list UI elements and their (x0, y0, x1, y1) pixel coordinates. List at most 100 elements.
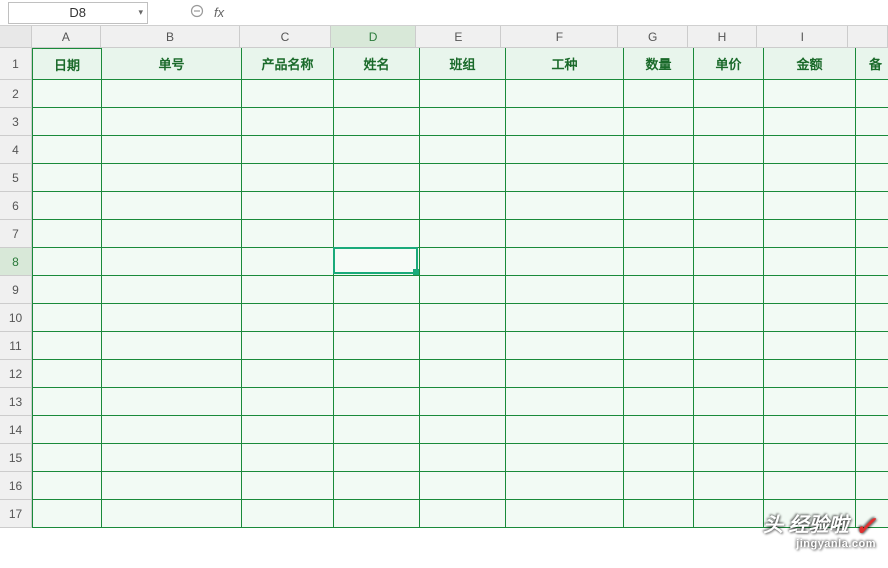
cell-F1[interactable]: 工种 (506, 48, 624, 80)
column-header-A[interactable]: A (32, 26, 101, 48)
cell-H13[interactable] (694, 388, 764, 416)
cell-F4[interactable] (506, 136, 624, 164)
select-all-corner[interactable] (0, 26, 32, 48)
cell-J6[interactable] (856, 192, 888, 220)
cell-A13[interactable] (32, 388, 102, 416)
cell-A16[interactable] (32, 472, 102, 500)
cell-C16[interactable] (242, 472, 334, 500)
column-header-I[interactable]: I (757, 26, 848, 48)
cell-A2[interactable] (32, 80, 102, 108)
cell-I9[interactable] (764, 276, 856, 304)
cell-I13[interactable] (764, 388, 856, 416)
cell-E17[interactable] (420, 500, 506, 528)
cell-E1[interactable]: 班组 (420, 48, 506, 80)
cell-F13[interactable] (506, 388, 624, 416)
row-header-8[interactable]: 8 (0, 248, 32, 276)
cell-G3[interactable] (624, 108, 694, 136)
cell-F14[interactable] (506, 416, 624, 444)
cell-E16[interactable] (420, 472, 506, 500)
cell-I11[interactable] (764, 332, 856, 360)
cell-B8[interactable] (102, 248, 242, 276)
cell-E12[interactable] (420, 360, 506, 388)
row-header-2[interactable]: 2 (0, 80, 32, 108)
cell-F8[interactable] (506, 248, 624, 276)
column-header-B[interactable]: B (101, 26, 240, 48)
cell-G6[interactable] (624, 192, 694, 220)
cell-H17[interactable] (694, 500, 764, 528)
cell-F10[interactable] (506, 304, 624, 332)
row-header-11[interactable]: 11 (0, 332, 32, 360)
cell-F15[interactable] (506, 444, 624, 472)
cell-J7[interactable] (856, 220, 888, 248)
cell-C15[interactable] (242, 444, 334, 472)
cell-I12[interactable] (764, 360, 856, 388)
cell-E8[interactable] (420, 248, 506, 276)
cell-J3[interactable] (856, 108, 888, 136)
column-header-G[interactable]: G (618, 26, 687, 48)
cell-C1[interactable]: 产品名称 (242, 48, 334, 80)
cell-A14[interactable] (32, 416, 102, 444)
cell-A8[interactable] (32, 248, 102, 276)
column-header-F[interactable]: F (501, 26, 618, 48)
row-header-13[interactable]: 13 (0, 388, 32, 416)
cell-I8[interactable] (764, 248, 856, 276)
cell-D16[interactable] (334, 472, 420, 500)
row-header-6[interactable]: 6 (0, 192, 32, 220)
cell-G10[interactable] (624, 304, 694, 332)
row-header-10[interactable]: 10 (0, 304, 32, 332)
cell-J8[interactable] (856, 248, 888, 276)
cell-D15[interactable] (334, 444, 420, 472)
cell-D5[interactable] (334, 164, 420, 192)
cell-G15[interactable] (624, 444, 694, 472)
cell-D9[interactable] (334, 276, 420, 304)
cell-B15[interactable] (102, 444, 242, 472)
cell-B6[interactable] (102, 192, 242, 220)
cell-H15[interactable] (694, 444, 764, 472)
cell-E4[interactable] (420, 136, 506, 164)
cell-G13[interactable] (624, 388, 694, 416)
cell-H2[interactable] (694, 80, 764, 108)
row-header-7[interactable]: 7 (0, 220, 32, 248)
cell-J11[interactable] (856, 332, 888, 360)
column-header-C[interactable]: C (240, 26, 331, 48)
cell-C3[interactable] (242, 108, 334, 136)
cell-H12[interactable] (694, 360, 764, 388)
cell-I3[interactable] (764, 108, 856, 136)
cell-H5[interactable] (694, 164, 764, 192)
cell-A10[interactable] (32, 304, 102, 332)
cell-C9[interactable] (242, 276, 334, 304)
row-header-16[interactable]: 16 (0, 472, 32, 500)
cell-B10[interactable] (102, 304, 242, 332)
cell-A9[interactable] (32, 276, 102, 304)
cell-C11[interactable] (242, 332, 334, 360)
cell-J4[interactable] (856, 136, 888, 164)
formula-input[interactable] (238, 3, 415, 23)
cell-I6[interactable] (764, 192, 856, 220)
row-header-4[interactable]: 4 (0, 136, 32, 164)
cell-H6[interactable] (694, 192, 764, 220)
row-header-1[interactable]: 1 (0, 48, 32, 80)
cell-E13[interactable] (420, 388, 506, 416)
cell-B17[interactable] (102, 500, 242, 528)
cell-F17[interactable] (506, 500, 624, 528)
cell-C10[interactable] (242, 304, 334, 332)
cell-D3[interactable] (334, 108, 420, 136)
row-header-12[interactable]: 12 (0, 360, 32, 388)
cell-I10[interactable] (764, 304, 856, 332)
row-header-15[interactable]: 15 (0, 444, 32, 472)
cell-J2[interactable] (856, 80, 888, 108)
row-header-17[interactable]: 17 (0, 500, 32, 528)
cell-J12[interactable] (856, 360, 888, 388)
cell-H3[interactable] (694, 108, 764, 136)
column-header-J[interactable] (848, 26, 888, 48)
cell-J17[interactable] (856, 500, 888, 528)
cell-F11[interactable] (506, 332, 624, 360)
cell-B16[interactable] (102, 472, 242, 500)
cell-G16[interactable] (624, 472, 694, 500)
cell-G9[interactable] (624, 276, 694, 304)
cell-F6[interactable] (506, 192, 624, 220)
cell-D7[interactable] (334, 220, 420, 248)
cell-B5[interactable] (102, 164, 242, 192)
cell-I1[interactable]: 金额 (764, 48, 856, 80)
cell-F9[interactable] (506, 276, 624, 304)
